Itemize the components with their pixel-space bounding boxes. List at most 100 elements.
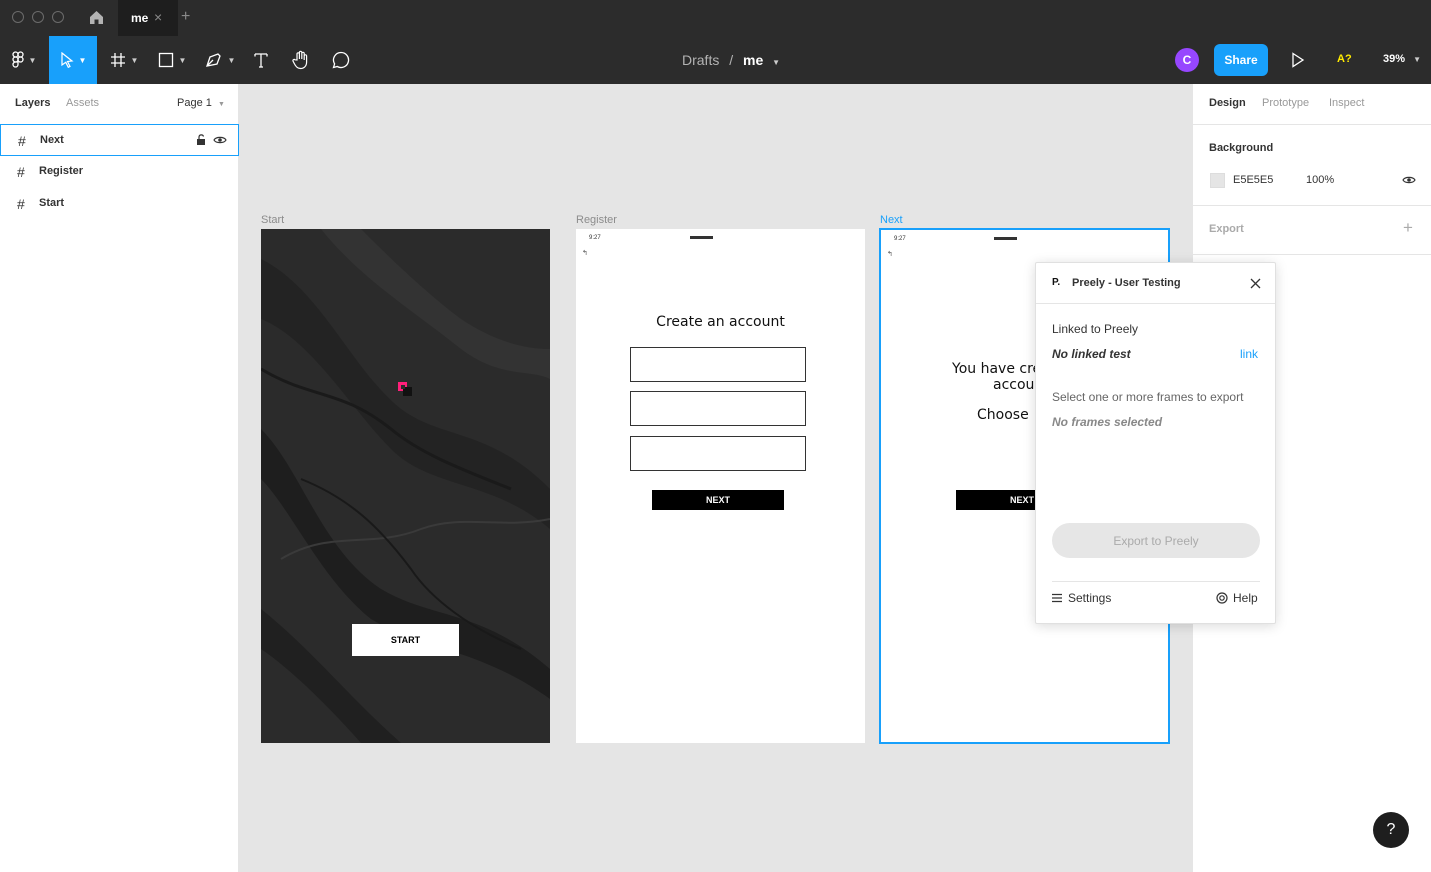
layer-row-next[interactable]: # Next xyxy=(0,124,239,156)
main-menu-button[interactable]: ▼ xyxy=(0,36,48,84)
home-icon[interactable] xyxy=(88,9,105,31)
close-icon[interactable] xyxy=(1250,278,1261,289)
preely-logo: P. xyxy=(1052,277,1061,288)
rectangle-icon xyxy=(158,52,173,68)
register-input-3[interactable] xyxy=(630,436,806,471)
chevron-down-icon: ▼ xyxy=(78,55,87,65)
new-tab-button[interactable]: + xyxy=(181,8,190,26)
next-message-line-2: accou xyxy=(993,377,1035,393)
shape-tool-button[interactable]: ▼ xyxy=(152,36,192,84)
help-button[interactable]: Help xyxy=(1216,591,1258,605)
text-icon xyxy=(254,53,268,68)
page-name: Page 1 xyxy=(177,97,212,109)
zoom-level-dropdown[interactable]: 39% ▼ xyxy=(1383,53,1421,65)
share-button[interactable]: Share xyxy=(1214,44,1268,76)
chevron-down-icon: ▼ xyxy=(178,55,187,65)
status-icons xyxy=(690,236,713,239)
back-arrow-icon[interactable]: ↰ xyxy=(582,249,588,257)
left-panel: Layers Assets Page 1 ▼ # Next # Register… xyxy=(0,84,239,872)
frame-icon: # xyxy=(17,196,25,212)
comment-tool-button[interactable] xyxy=(328,36,354,84)
eye-icon[interactable] xyxy=(1402,175,1416,185)
background-hex-value[interactable]: E5E5E5 xyxy=(1233,174,1273,186)
register-next-button[interactable]: NEXT xyxy=(652,490,784,510)
background-section-title: Background xyxy=(1209,142,1274,154)
layer-row-register[interactable]: # Register xyxy=(0,156,239,188)
tab-inspect[interactable]: Inspect xyxy=(1329,97,1364,109)
window-close-control[interactable] xyxy=(12,11,24,23)
close-tab-icon[interactable]: × xyxy=(154,9,162,25)
comment-icon xyxy=(332,51,350,69)
divider xyxy=(1193,254,1431,255)
export-section-title: Export xyxy=(1209,223,1244,235)
page-selector[interactable]: Page 1 ▼ xyxy=(177,97,225,109)
chevron-down-icon[interactable]: ▼ xyxy=(772,58,780,67)
lifebuoy-icon xyxy=(1216,592,1228,604)
cursor-arrow-icon xyxy=(60,52,74,68)
accessibility-check-button[interactable]: A? xyxy=(1337,53,1352,65)
register-input-1[interactable] xyxy=(630,347,806,382)
window-tab-bar: me × + xyxy=(0,0,1431,36)
window-zoom-control[interactable] xyxy=(52,11,64,23)
divider xyxy=(1193,124,1431,125)
figma-logo-icon xyxy=(11,51,24,68)
frame-label-next[interactable]: Next xyxy=(880,214,903,226)
text-tool-button[interactable] xyxy=(248,36,274,84)
help-floating-button[interactable]: ? xyxy=(1373,812,1409,848)
tab-layers[interactable]: Layers xyxy=(15,97,50,109)
layer-name: Register xyxy=(39,165,84,177)
eye-icon[interactable] xyxy=(213,135,227,145)
frame-register[interactable]: 9:27 ↰ Create an account NEXT xyxy=(576,229,865,743)
export-to-preely-button[interactable]: Export to Preely xyxy=(1052,523,1260,558)
start-button[interactable]: START xyxy=(352,624,459,656)
frame-label-start[interactable]: Start xyxy=(261,214,284,226)
chevron-down-icon: ▼ xyxy=(130,55,139,65)
divider xyxy=(1052,581,1260,582)
pen-icon xyxy=(205,53,221,67)
file-tab[interactable]: me × xyxy=(118,0,178,36)
window-minimize-control[interactable] xyxy=(32,11,44,23)
present-play-icon[interactable] xyxy=(1291,52,1305,73)
register-input-2[interactable] xyxy=(630,391,806,426)
linked-label: Linked to Preely xyxy=(1052,322,1139,336)
status-time: 9:27 xyxy=(589,235,601,241)
hand-tool-button[interactable] xyxy=(288,36,314,84)
unlock-icon[interactable] xyxy=(196,134,206,146)
pen-tool-button[interactable]: ▼ xyxy=(200,36,240,84)
preely-plugin-window: P. Preely - User Testing Linked to Preel… xyxy=(1035,262,1276,624)
breadcrumb-folder[interactable]: Drafts xyxy=(682,52,719,68)
frame-label-register[interactable]: Register xyxy=(576,214,617,226)
tab-prototype[interactable]: Prototype xyxy=(1262,97,1309,109)
breadcrumb: Drafts / me ▼ xyxy=(682,52,780,68)
avatar[interactable]: C xyxy=(1175,48,1199,72)
divider xyxy=(1193,205,1431,206)
tab-assets[interactable]: Assets xyxy=(66,97,99,109)
linked-value: No linked test xyxy=(1052,347,1131,361)
hand-icon xyxy=(292,50,308,70)
frame-start[interactable]: START xyxy=(261,229,550,743)
chevron-down-icon: ▼ xyxy=(217,101,225,108)
marble-background-image xyxy=(261,229,550,743)
divider xyxy=(1036,303,1275,304)
file-name[interactable]: me xyxy=(743,52,763,68)
frame-icon: # xyxy=(18,133,26,149)
frame-icon: # xyxy=(17,164,25,180)
layer-name: Start xyxy=(39,197,65,209)
layer-name: Next xyxy=(40,134,64,146)
layer-row-start[interactable]: # Start xyxy=(0,188,239,220)
background-opacity-value[interactable]: 100% xyxy=(1306,174,1334,186)
settings-button[interactable]: Settings xyxy=(1052,591,1111,605)
status-time: 9:27 xyxy=(894,236,906,242)
back-arrow-icon[interactable]: ↰ xyxy=(887,250,893,258)
next-message-line-1: You have cre xyxy=(952,361,1042,377)
move-tool-button[interactable]: ▼ xyxy=(49,36,97,84)
background-color-swatch[interactable] xyxy=(1210,173,1225,188)
zoom-level-value: 39% xyxy=(1383,53,1406,65)
frame-tool-button[interactable]: ▼ xyxy=(104,36,144,84)
tab-design[interactable]: Design xyxy=(1209,97,1246,109)
chevron-down-icon: ▼ xyxy=(28,55,37,65)
link-test-link[interactable]: link xyxy=(1240,347,1258,361)
add-export-button[interactable]: + xyxy=(1403,218,1413,238)
select-frames-value: No frames selected xyxy=(1052,415,1163,429)
plugin-title: Preely - User Testing xyxy=(1072,277,1181,289)
